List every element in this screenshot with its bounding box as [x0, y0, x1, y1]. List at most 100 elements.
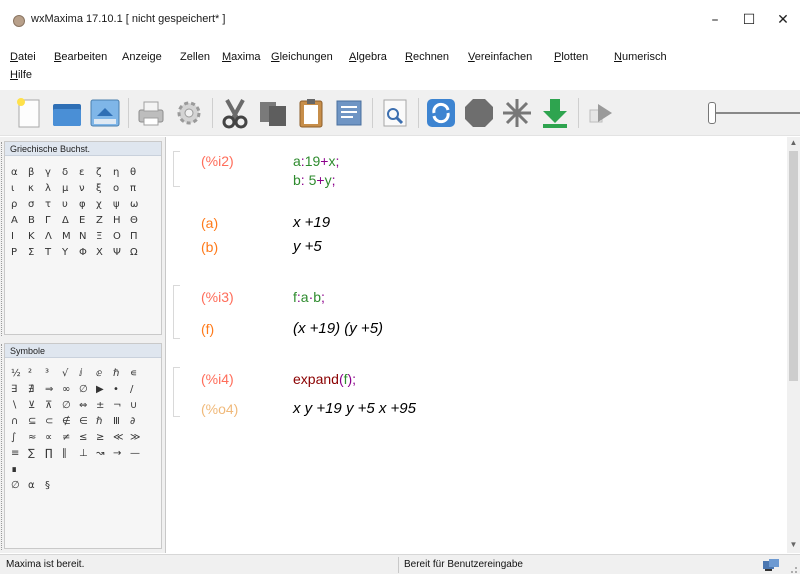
greek-symbol-button[interactable]: Χ: [96, 247, 113, 258]
greek-symbol-button[interactable]: η: [113, 167, 130, 178]
greek-symbol-button[interactable]: χ: [96, 199, 113, 210]
greek-symbol-button[interactable]: τ: [45, 199, 62, 210]
math-symbol-button[interactable]: ∃: [11, 384, 28, 395]
math-symbol-button[interactable]: ²: [28, 368, 45, 379]
restart-maxima-icon[interactable]: [424, 96, 458, 130]
menu-zellen[interactable]: Zellen: [180, 51, 210, 63]
math-symbol-button[interactable]: ⊻: [28, 400, 45, 411]
settings-gear-icon[interactable]: [172, 96, 206, 130]
greek-symbol-button[interactable]: θ: [130, 167, 147, 178]
math-symbol-button[interactable]: ≈: [28, 432, 45, 443]
math-symbol-button[interactable]: ≥: [96, 432, 113, 443]
math-symbol-button[interactable]: ∎: [11, 464, 28, 475]
greek-symbol-button[interactable]: Ο: [113, 231, 130, 242]
math-symbol-button[interactable]: /: [130, 384, 147, 395]
math-symbol-button[interactable]: ⊥: [79, 448, 96, 459]
close-button[interactable]: ✕: [771, 10, 795, 30]
greek-symbol-button[interactable]: Γ: [45, 215, 62, 226]
greek-symbol-button[interactable]: Ε: [79, 215, 96, 226]
greek-symbol-button[interactable]: Ψ: [113, 247, 130, 258]
math-symbol-button[interactable]: ±: [96, 400, 113, 411]
greek-symbol-button[interactable]: ψ: [113, 199, 130, 210]
greek-symbol-button[interactable]: μ: [62, 183, 79, 194]
greek-symbol-button[interactable]: λ: [45, 183, 62, 194]
math-symbol-button[interactable]: ⊼: [45, 400, 62, 411]
greek-symbol-button[interactable]: ρ: [11, 199, 28, 210]
math-symbol-button[interactable]: ∝: [45, 432, 62, 443]
greek-symbol-button[interactable]: Ν: [79, 231, 96, 242]
greek-symbol-button[interactable]: Α: [11, 215, 28, 226]
math-symbol-button[interactable]: ∪: [130, 400, 147, 411]
math-symbol-button[interactable]: ▶: [96, 384, 113, 395]
greek-symbol-button[interactable]: Π: [130, 231, 147, 242]
menu-anzeige[interactable]: Anzeige: [122, 51, 162, 63]
greek-symbol-button[interactable]: υ: [62, 199, 79, 210]
worksheet[interactable]: (%i2) a:19+x; b: 5+y; (a) x +19 (b) y +5…: [167, 137, 787, 553]
math-symbol-button[interactable]: ⅈ: [79, 368, 96, 379]
greek-symbol-button[interactable]: ξ: [96, 183, 113, 194]
greek-symbol-button[interactable]: π: [130, 183, 147, 194]
greek-symbol-button[interactable]: φ: [79, 199, 96, 210]
input-code-line[interactable]: a:19+x;: [293, 153, 339, 169]
math-symbol-button[interactable]: ∊: [130, 368, 147, 379]
math-symbol-button[interactable]: ∥: [62, 448, 79, 459]
math-symbol-button[interactable]: ≠: [62, 432, 79, 443]
greek-symbol-button[interactable]: δ: [62, 167, 79, 178]
greek-symbol-button[interactable]: Β: [28, 215, 45, 226]
greek-symbol-button[interactable]: ζ: [96, 167, 113, 178]
math-symbol-button[interactable]: ∑: [28, 448, 45, 459]
input-code-line[interactable]: expand(f);: [293, 371, 356, 387]
greek-symbol-button[interactable]: κ: [28, 183, 45, 194]
greek-symbol-button[interactable]: Τ: [45, 247, 62, 258]
math-symbol-button[interactable]: √: [62, 368, 79, 379]
math-symbol-button[interactable]: ⍺: [28, 480, 45, 491]
math-symbol-button[interactable]: ⅇ: [96, 368, 113, 379]
greek-symbol-button[interactable]: Υ: [62, 247, 79, 258]
paste-icon[interactable]: [294, 96, 328, 130]
animation-play-icon[interactable]: [584, 96, 618, 130]
greek-symbol-button[interactable]: ο: [113, 183, 130, 194]
menu-bearbeiten[interactable]: Bearbeiten: [54, 51, 107, 63]
scroll-up-icon[interactable]: ▲: [788, 137, 799, 149]
input-code-line[interactable]: f:a·b;: [293, 289, 325, 305]
greek-symbol-button[interactable]: Λ: [45, 231, 62, 242]
math-symbol-button[interactable]: ¬: [113, 400, 130, 411]
greek-symbol-button[interactable]: Μ: [62, 231, 79, 242]
follow-icon[interactable]: [500, 96, 534, 130]
math-symbol-button[interactable]: ℏ: [96, 416, 113, 427]
math-symbol-button[interactable]: ∩: [11, 416, 28, 427]
math-symbol-button[interactable]: ∏: [45, 448, 62, 459]
math-symbol-button[interactable]: ∈: [79, 416, 96, 427]
menu-datei[interactable]: Datei: [10, 51, 36, 63]
print-icon[interactable]: [134, 96, 168, 130]
menu-algebra[interactable]: Algebra: [349, 51, 387, 63]
input-code-line[interactable]: b: 5+y;: [293, 172, 335, 188]
greek-symbol-button[interactable]: Δ: [62, 215, 79, 226]
math-symbol-button[interactable]: §: [45, 480, 62, 491]
menu-hilfe[interactable]: Hilfe: [10, 69, 32, 81]
copy-icon[interactable]: [256, 96, 290, 130]
math-symbol-button[interactable]: ∅: [79, 384, 96, 395]
math-symbol-button[interactable]: ½: [11, 368, 28, 379]
greek-symbol-button[interactable]: ε: [79, 167, 96, 178]
math-symbol-button[interactable]: ⇒: [45, 384, 62, 395]
interrupt-icon[interactable]: [462, 96, 496, 130]
greek-symbol-button[interactable]: ω: [130, 199, 147, 210]
math-symbol-button[interactable]: ∉: [62, 416, 79, 427]
math-symbol-button[interactable]: ³: [45, 368, 62, 379]
menu-vereinfachen[interactable]: Vereinfachen: [468, 51, 532, 63]
math-symbol-button[interactable]: →: [113, 448, 130, 459]
math-symbol-button[interactable]: Ⅲ: [113, 416, 130, 427]
greek-symbol-button[interactable]: Θ: [130, 215, 147, 226]
math-symbol-button[interactable]: ∫: [11, 432, 28, 443]
math-symbol-button[interactable]: ∅: [62, 400, 79, 411]
greek-symbol-button[interactable]: γ: [45, 167, 62, 178]
math-symbol-button[interactable]: ⊂: [45, 416, 62, 427]
math-symbol-button[interactable]: ≪: [113, 432, 130, 443]
find-icon[interactable]: [378, 96, 412, 130]
math-symbol-button[interactable]: ∞: [62, 384, 79, 395]
panel-grip[interactable]: [1, 142, 4, 336]
math-symbol-button[interactable]: ∅: [11, 480, 28, 491]
greek-symbol-button[interactable]: σ: [28, 199, 45, 210]
panel-grip[interactable]: [1, 344, 4, 550]
